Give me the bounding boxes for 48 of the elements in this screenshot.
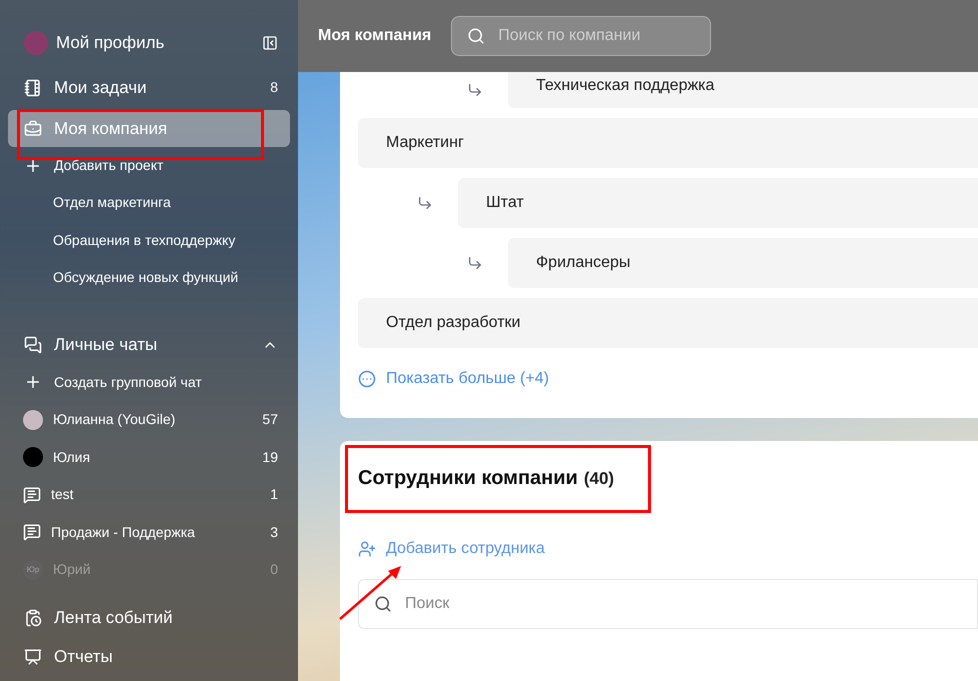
chat-item[interactable]: Юлианна (YouGile) 57 [8, 401, 290, 438]
corner-arrow-icon [467, 82, 483, 98]
count-label: 1 [270, 485, 278, 504]
count-label: 8 [270, 78, 278, 97]
department-row[interactable]: Штат [458, 178, 978, 228]
project-item[interactable]: Обсуждение новых функций [8, 259, 290, 296]
page-title: Моя компания [318, 26, 432, 46]
notebook-icon [24, 78, 42, 96]
corner-arrow-icon [417, 195, 433, 211]
chat-bubble-icon [23, 486, 41, 504]
chats-icon [24, 336, 42, 354]
avatar-photo [23, 447, 43, 468]
search-icon [374, 595, 392, 613]
create-chat-button[interactable]: Создать групповой чат [8, 364, 290, 401]
more-icon [358, 370, 376, 388]
corner-arrow-icon [467, 255, 483, 271]
department-row[interactable]: Техническая поддержка [508, 72, 978, 108]
user-plus-icon [358, 540, 376, 558]
count-label: (40) [584, 468, 614, 490]
avatar-initials: Юр [23, 560, 43, 580]
chat-item[interactable]: Продажи - Поддержка 3 [8, 514, 290, 551]
section-title: Личные чаты [54, 334, 158, 356]
nav-item[interactable]: Отчеты [8, 638, 290, 676]
department-row[interactable]: Маркетинг [358, 118, 978, 168]
nav-item[interactable]: Лента событий [8, 598, 290, 638]
profile-link[interactable]: Мой профиль [56, 30, 164, 56]
briefcase-icon [24, 120, 42, 138]
count-label: 0 [270, 560, 278, 580]
chat-item[interactable]: test 1 [8, 476, 290, 514]
add-project-button[interactable]: Добавить проект [8, 147, 290, 184]
avatar-photo [23, 410, 43, 430]
department-row[interactable]: Фрилансеры [508, 238, 978, 288]
count-label: 19 [262, 448, 278, 467]
count-label: 57 [262, 410, 278, 430]
project-item[interactable]: Отдел маркетинга [8, 184, 290, 222]
chat-bubble-icon [23, 523, 41, 542]
project-item[interactable]: Обращения в техподдержку [8, 222, 290, 259]
department-row[interactable]: Отдел разработки [358, 298, 978, 348]
nav-item[interactable]: Мои задачи 8 [8, 69, 290, 106]
chat-item[interactable]: Юлия 19 [8, 438, 290, 476]
clipboard-clock-icon [24, 609, 42, 627]
collapse-sidebar-icon[interactable] [262, 35, 278, 51]
avatar-photo [24, 31, 48, 55]
section-title: Сотрудники компании [358, 466, 578, 491]
search-field[interactable]: Поиск [358, 579, 978, 629]
search-icon [467, 27, 486, 45]
presentation-icon [24, 648, 42, 666]
count-label: 3 [270, 522, 278, 542]
